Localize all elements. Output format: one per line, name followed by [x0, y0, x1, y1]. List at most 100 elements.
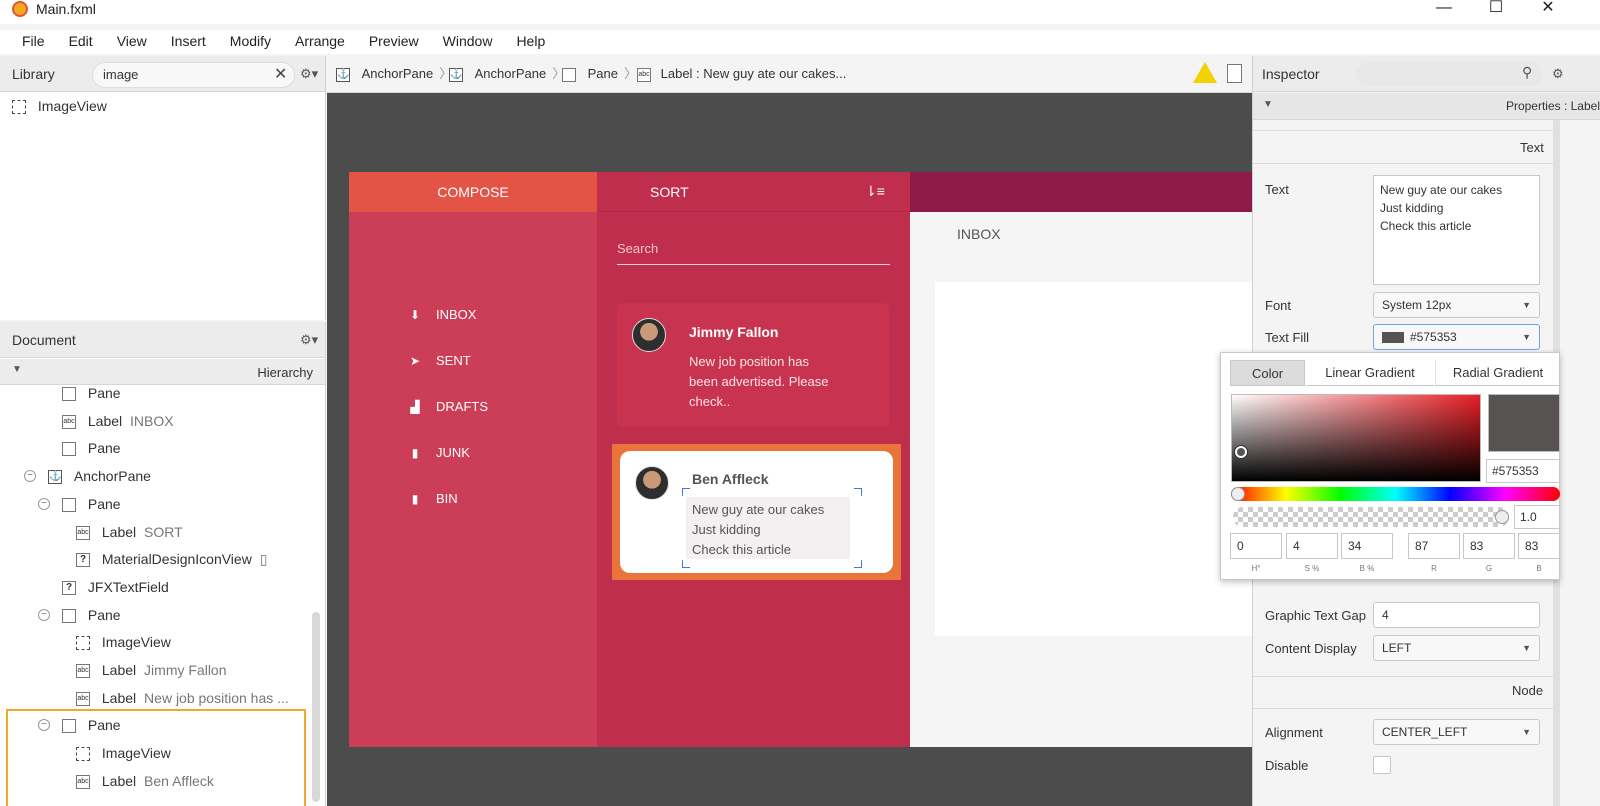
search-input[interactable]: Search — [617, 240, 890, 265]
color-field-input[interactable]: 83 — [1518, 533, 1560, 559]
color-field-label: R — [1408, 564, 1460, 573]
menu-modify[interactable]: Modify — [230, 30, 271, 54]
sort-label[interactable]: SORT — [650, 184, 689, 200]
alpha-slider[interactable] — [1233, 507, 1509, 527]
android-icon: ▟ — [408, 398, 422, 416]
library-item-imageview[interactable]: ImageView — [12, 98, 107, 114]
color-field-input[interactable]: 87 — [1408, 533, 1460, 559]
tab-radial-gradient[interactable]: Radial Gradient — [1435, 360, 1560, 386]
collapse-toggle-icon[interactable]: − — [24, 470, 36, 482]
clear-search-icon[interactable]: ✕ — [274, 64, 287, 84]
menu-file[interactable]: File — [22, 30, 45, 54]
compose-button[interactable]: COMPOSE — [349, 172, 597, 212]
menu-insert[interactable]: Insert — [171, 30, 206, 54]
sender-name: Jimmy Fallon — [689, 324, 778, 340]
hierarchy-row[interactable]: abc Label Jimmy Fallon — [76, 657, 227, 683]
library-gear-icon[interactable]: ⚙▾ — [300, 66, 318, 82]
breadcrumb-item-anchorpane-2[interactable]: ⚓ AnchorPane〉 — [449, 64, 571, 84]
close-button[interactable]: ✕ — [1534, 0, 1562, 20]
nav-item-bin[interactable]: ▮BIN — [408, 490, 458, 508]
inspector-gear-icon[interactable]: ⚙ — [1552, 66, 1564, 82]
avatar — [632, 318, 666, 352]
resize-handle[interactable] — [854, 560, 862, 568]
document-icon[interactable] — [1227, 64, 1242, 83]
hierarchy-row[interactable]: ? JFXTextField — [62, 574, 173, 600]
collapse-toggle-icon[interactable]: − — [38, 498, 50, 510]
document-gear-icon[interactable]: ⚙▾ — [300, 332, 318, 348]
menu-view[interactable]: View — [117, 30, 147, 54]
hierarchy-row[interactable]: Pane — [62, 380, 125, 406]
text-prop-textarea[interactable]: New guy ate our cakes Just kidding Check… — [1373, 175, 1540, 285]
hierarchy-row[interactable]: ⚓ AnchorPane — [48, 463, 155, 489]
minimize-button[interactable]: — — [1430, 0, 1458, 20]
pane-icon — [62, 442, 76, 456]
hue-slider[interactable] — [1231, 487, 1560, 501]
hierarchy-scrollbar[interactable] — [312, 612, 320, 802]
maximize-button[interactable]: ☐ — [1482, 0, 1510, 20]
saturation-brightness-area[interactable] — [1231, 394, 1481, 482]
text-prop-label: Text — [1265, 182, 1289, 197]
hierarchy-row[interactable]: abc Label INBOX — [62, 408, 174, 434]
warning-icon[interactable] — [1193, 62, 1217, 83]
hierarchy-row[interactable]: abc Label New job position has ... — [76, 685, 289, 711]
color-field-input[interactable]: 34 — [1341, 533, 1393, 559]
hex-input[interactable]: #575353 — [1486, 459, 1560, 483]
hierarchy-row[interactable]: Pane — [62, 712, 125, 738]
text-fill-select[interactable]: #575353▼ — [1373, 324, 1540, 350]
resize-handle[interactable] — [854, 488, 862, 496]
hierarchy-row[interactable]: ImageView — [76, 740, 175, 766]
properties-header[interactable]: ▼ Properties : Label — [1253, 93, 1600, 120]
alpha-input[interactable]: 1.0 — [1514, 505, 1560, 529]
menu-edit[interactable]: Edit — [69, 30, 93, 54]
menu-preview[interactable]: Preview — [369, 30, 419, 54]
sort-icon[interactable]: ⇂≡ — [865, 183, 885, 200]
hierarchy-row[interactable]: Pane — [62, 491, 125, 517]
color-field-label: G — [1463, 564, 1515, 573]
hue-slider-thumb[interactable] — [1231, 487, 1245, 501]
nav-item-junk[interactable]: ▮JUNK — [408, 444, 470, 462]
title-bar: Main.fxml — ☐ ✕ — [0, 0, 1600, 24]
hierarchy-row[interactable]: Pane — [62, 602, 125, 628]
graphic-gap-input[interactable]: 4 — [1373, 602, 1540, 628]
resize-handle[interactable] — [682, 560, 690, 568]
nav-item-inbox[interactable]: ⬇INBOX — [408, 306, 476, 324]
window-title: Main.fxml — [36, 1, 96, 17]
menu-help[interactable]: Help — [516, 30, 545, 54]
breadcrumb-item-pane[interactable]: Pane〉 — [562, 64, 643, 84]
graphic-gap-label: Graphic Text Gap — [1265, 608, 1366, 623]
alpha-slider-thumb[interactable] — [1495, 510, 1509, 524]
content-display-select[interactable]: LEFT▼ — [1373, 635, 1540, 661]
menu-arrange[interactable]: Arrange — [295, 30, 345, 54]
hierarchy-row[interactable]: ImageView — [76, 629, 175, 655]
library-search-input[interactable]: image — [92, 62, 295, 88]
hierarchy-row[interactable]: ? MaterialDesignIconView ▯ — [76, 546, 267, 572]
color-field-input[interactable]: 83 — [1463, 533, 1515, 559]
alignment-select[interactable]: CENTER_LEFT▼ — [1373, 719, 1540, 745]
hierarchy-row[interactable]: abc Label SORT — [76, 519, 183, 545]
menu-window[interactable]: Window — [443, 30, 493, 54]
collapse-toggle-icon[interactable]: − — [38, 609, 50, 621]
resize-handle[interactable] — [682, 488, 690, 496]
properties-label: Properties : Label — [1506, 99, 1600, 113]
tab-color[interactable]: Color — [1230, 360, 1305, 386]
nav-item-drafts[interactable]: ▟DRAFTS — [408, 398, 488, 416]
disable-checkbox[interactable] — [1373, 756, 1391, 774]
tab-linear-gradient[interactable]: Linear Gradient — [1306, 360, 1434, 386]
collapse-toggle-icon[interactable]: − — [38, 719, 50, 731]
nav-item-sent[interactable]: ➤SENT — [408, 352, 471, 370]
color-field-input[interactable]: 4 — [1286, 533, 1338, 559]
breadcrumb-item-anchorpane-1[interactable]: ⚓ AnchorPane〉 — [336, 64, 458, 84]
color-cursor-icon[interactable] — [1235, 446, 1247, 458]
divider — [1253, 130, 1553, 131]
breadcrumb-item-label[interactable]: abc Label : New guy ate our cakes... — [637, 64, 846, 84]
hierarchy-row[interactable]: Pane — [62, 435, 125, 461]
sort-header — [597, 172, 910, 212]
unknown-icon: ? — [76, 553, 90, 567]
hierarchy-row[interactable]: abc Label Ben Affleck — [76, 768, 214, 794]
inspector-search-input[interactable] — [1356, 62, 1542, 86]
font-prop-label: Font — [1265, 298, 1291, 313]
library-title: Library — [12, 66, 55, 82]
font-select[interactable]: System 12px▼ — [1373, 292, 1540, 318]
color-field-input[interactable]: 0 — [1230, 533, 1282, 559]
hierarchy-header[interactable]: ▼ Hierarchy — [0, 359, 325, 385]
